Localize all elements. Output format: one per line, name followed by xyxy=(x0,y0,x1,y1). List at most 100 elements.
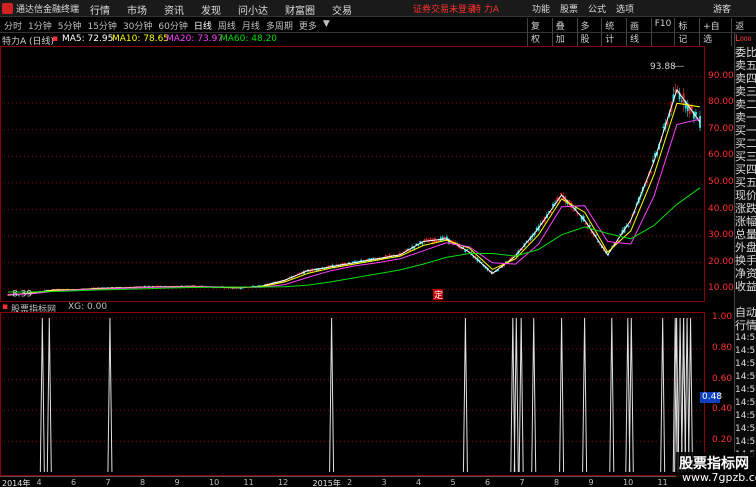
menu-gongshi[interactable]: 公式 xyxy=(588,2,606,15)
panel-item: 14:56 xyxy=(735,411,756,421)
menu-hangqing[interactable]: 行情 xyxy=(90,2,110,17)
signal-spike xyxy=(688,317,694,473)
date-tick-label: 9 xyxy=(174,478,180,487)
period-1min[interactable]: 1分钟 xyxy=(28,19,52,32)
panel-item: 14:56 xyxy=(735,398,756,408)
price-tick-label: 70.00 xyxy=(708,123,734,134)
menu-xuanxiang[interactable]: 选项 xyxy=(616,2,634,15)
period-more[interactable]: 更多 xyxy=(299,19,317,32)
price-tick-label: 30.00 xyxy=(708,230,734,241)
candle-body xyxy=(466,249,469,251)
kline-chart[interactable]: 93.88 8.39 定 xyxy=(0,46,705,302)
signal-spike xyxy=(39,317,45,473)
date-tick-label: 4 xyxy=(416,478,422,487)
period-60min[interactable]: 60分钟 xyxy=(158,19,187,32)
candle-body xyxy=(680,100,683,102)
menu-gongneng[interactable]: 功能 xyxy=(532,2,550,15)
menu-gupiao[interactable]: 股票 xyxy=(560,2,578,15)
panel-item: 买二 xyxy=(735,137,756,150)
panel-item: 卖五 xyxy=(735,59,756,72)
sub-chart-border xyxy=(0,312,705,476)
date-axis: 2014年467891011122015年23456789101112 xyxy=(0,476,705,487)
indicator-xg-value: XG: 0.00 xyxy=(68,302,108,312)
price-tick-label: 20.00 xyxy=(708,256,734,267)
menu-jiaoyi[interactable]: 交易 xyxy=(332,2,352,17)
event-marker-label: 定 xyxy=(434,289,443,301)
panel-item: 14:55 xyxy=(735,333,756,343)
signal-spike xyxy=(628,317,634,473)
trade-login-status[interactable]: 证券交易未登录 xyxy=(413,2,476,15)
period-multi[interactable]: 多周期 xyxy=(266,19,293,32)
panel-item: 买四 xyxy=(735,163,756,176)
date-tick-label: 2 xyxy=(347,478,353,487)
candle-body xyxy=(239,287,242,290)
high-price-label: 93.88 xyxy=(650,62,676,72)
period-15min[interactable]: 15分钟 xyxy=(87,19,116,32)
candle-body xyxy=(305,269,307,272)
panel-item: 收益 xyxy=(735,280,756,293)
panel-item: 买五 xyxy=(735,176,756,189)
signal-spike xyxy=(660,317,666,473)
candle-body xyxy=(521,249,524,251)
candle-body xyxy=(662,126,665,128)
value-tick-label: 1.00 xyxy=(712,312,733,322)
date-tick-label: 2015年 xyxy=(312,479,341,487)
signal-spike xyxy=(329,317,335,473)
xg-indicator-chart[interactable] xyxy=(0,312,705,476)
panel-item: 行情 xyxy=(735,319,756,332)
date-tick-label: 12 xyxy=(278,478,289,487)
panel-item: 涨跌 xyxy=(735,202,756,215)
panel-item: 卖三 xyxy=(735,85,756,98)
candle-body xyxy=(627,225,630,227)
signal-spike xyxy=(609,317,615,473)
menu-wenxiaoda[interactable]: 问小达 xyxy=(238,2,268,17)
settings-dot-icon[interactable]: ▪ xyxy=(2,302,8,312)
app-logo xyxy=(2,3,13,14)
quote-side-panel: L000 委比 卖五 卖四 卖三 卖二 卖一 买一 买二 买三 买四 买五 现价 涨跌 涨幅 总量 外盘 换手净… xyxy=(734,33,756,487)
current-stock-name: 特 力A xyxy=(472,5,500,15)
period-monthly[interactable]: 月线 xyxy=(242,19,260,32)
panel-item: 委比 xyxy=(735,46,756,59)
guest-user[interactable]: 游客 xyxy=(713,2,731,15)
chevron-down-icon[interactable]: ▼ xyxy=(323,19,330,32)
menu-shichang[interactable]: 市场 xyxy=(127,2,147,17)
panel-item: 换手 xyxy=(735,254,756,267)
panel-item: 现价 xyxy=(735,189,756,202)
date-tick-label: 7 xyxy=(105,478,111,487)
price-tick-label: 60.00 xyxy=(708,150,734,161)
value-tick-label: 0.40 xyxy=(712,404,733,415)
settings-dot-icon[interactable]: ▪ xyxy=(52,34,58,44)
panel-item: 自动 xyxy=(735,306,756,319)
period-30min[interactable]: 30分钟 xyxy=(123,19,152,32)
candle-body xyxy=(415,243,418,245)
main-menu: 行情 市场 资讯 发现 问小达 财富圈 交易 xyxy=(90,2,352,17)
date-tick-label: 10 xyxy=(209,478,220,487)
panel-item: 卖二 xyxy=(735,98,756,111)
date-tick-label: 11 xyxy=(243,478,254,487)
ma60-value: MA60: 48.20 xyxy=(220,34,278,44)
menu-zixun[interactable]: 资讯 xyxy=(164,2,184,17)
low-price-label: 8.39 xyxy=(12,290,32,300)
panel-items: 委比 卖五 卖四 卖三 卖二 卖一 买一 买二 买三 买四 买五 现价 涨跌 涨幅 总量 外盘 换手 净资 收益 自动… xyxy=(735,46,756,462)
date-tick-label: 10 xyxy=(623,478,634,487)
panel-item: 14:56 xyxy=(735,372,756,382)
menu-faxian[interactable]: 发现 xyxy=(201,2,221,17)
period-fenshi[interactable]: 分时 xyxy=(4,19,22,32)
value-tick-label: 0.20 xyxy=(712,435,733,446)
menu-caifuquan[interactable]: 财富圈 xyxy=(285,2,315,17)
period-5min[interactable]: 5分钟 xyxy=(58,19,82,32)
watermark-title: 股票指标网 xyxy=(679,456,749,472)
period-toolbar: 分时 1分钟 5分钟 15分钟 30分钟 60分钟 日线 周线 月线 多周期 更… xyxy=(0,17,756,46)
period-weekly[interactable]: 周线 xyxy=(218,19,236,32)
date-tick-label: 5 xyxy=(450,478,456,487)
signal-spike xyxy=(462,317,468,473)
signal-spike xyxy=(107,317,113,473)
value-tick-label: 0.80 xyxy=(712,342,733,353)
ma10-value: MA10: 78.65 xyxy=(112,34,170,44)
panel-header: L000 xyxy=(735,34,752,44)
period-daily[interactable]: 日线 xyxy=(194,19,212,32)
panel-item: 卖一 xyxy=(735,111,756,124)
candle-body xyxy=(594,234,597,236)
price-tick-label: 10.00 xyxy=(708,283,734,294)
date-tick-label: 9 xyxy=(588,478,594,487)
